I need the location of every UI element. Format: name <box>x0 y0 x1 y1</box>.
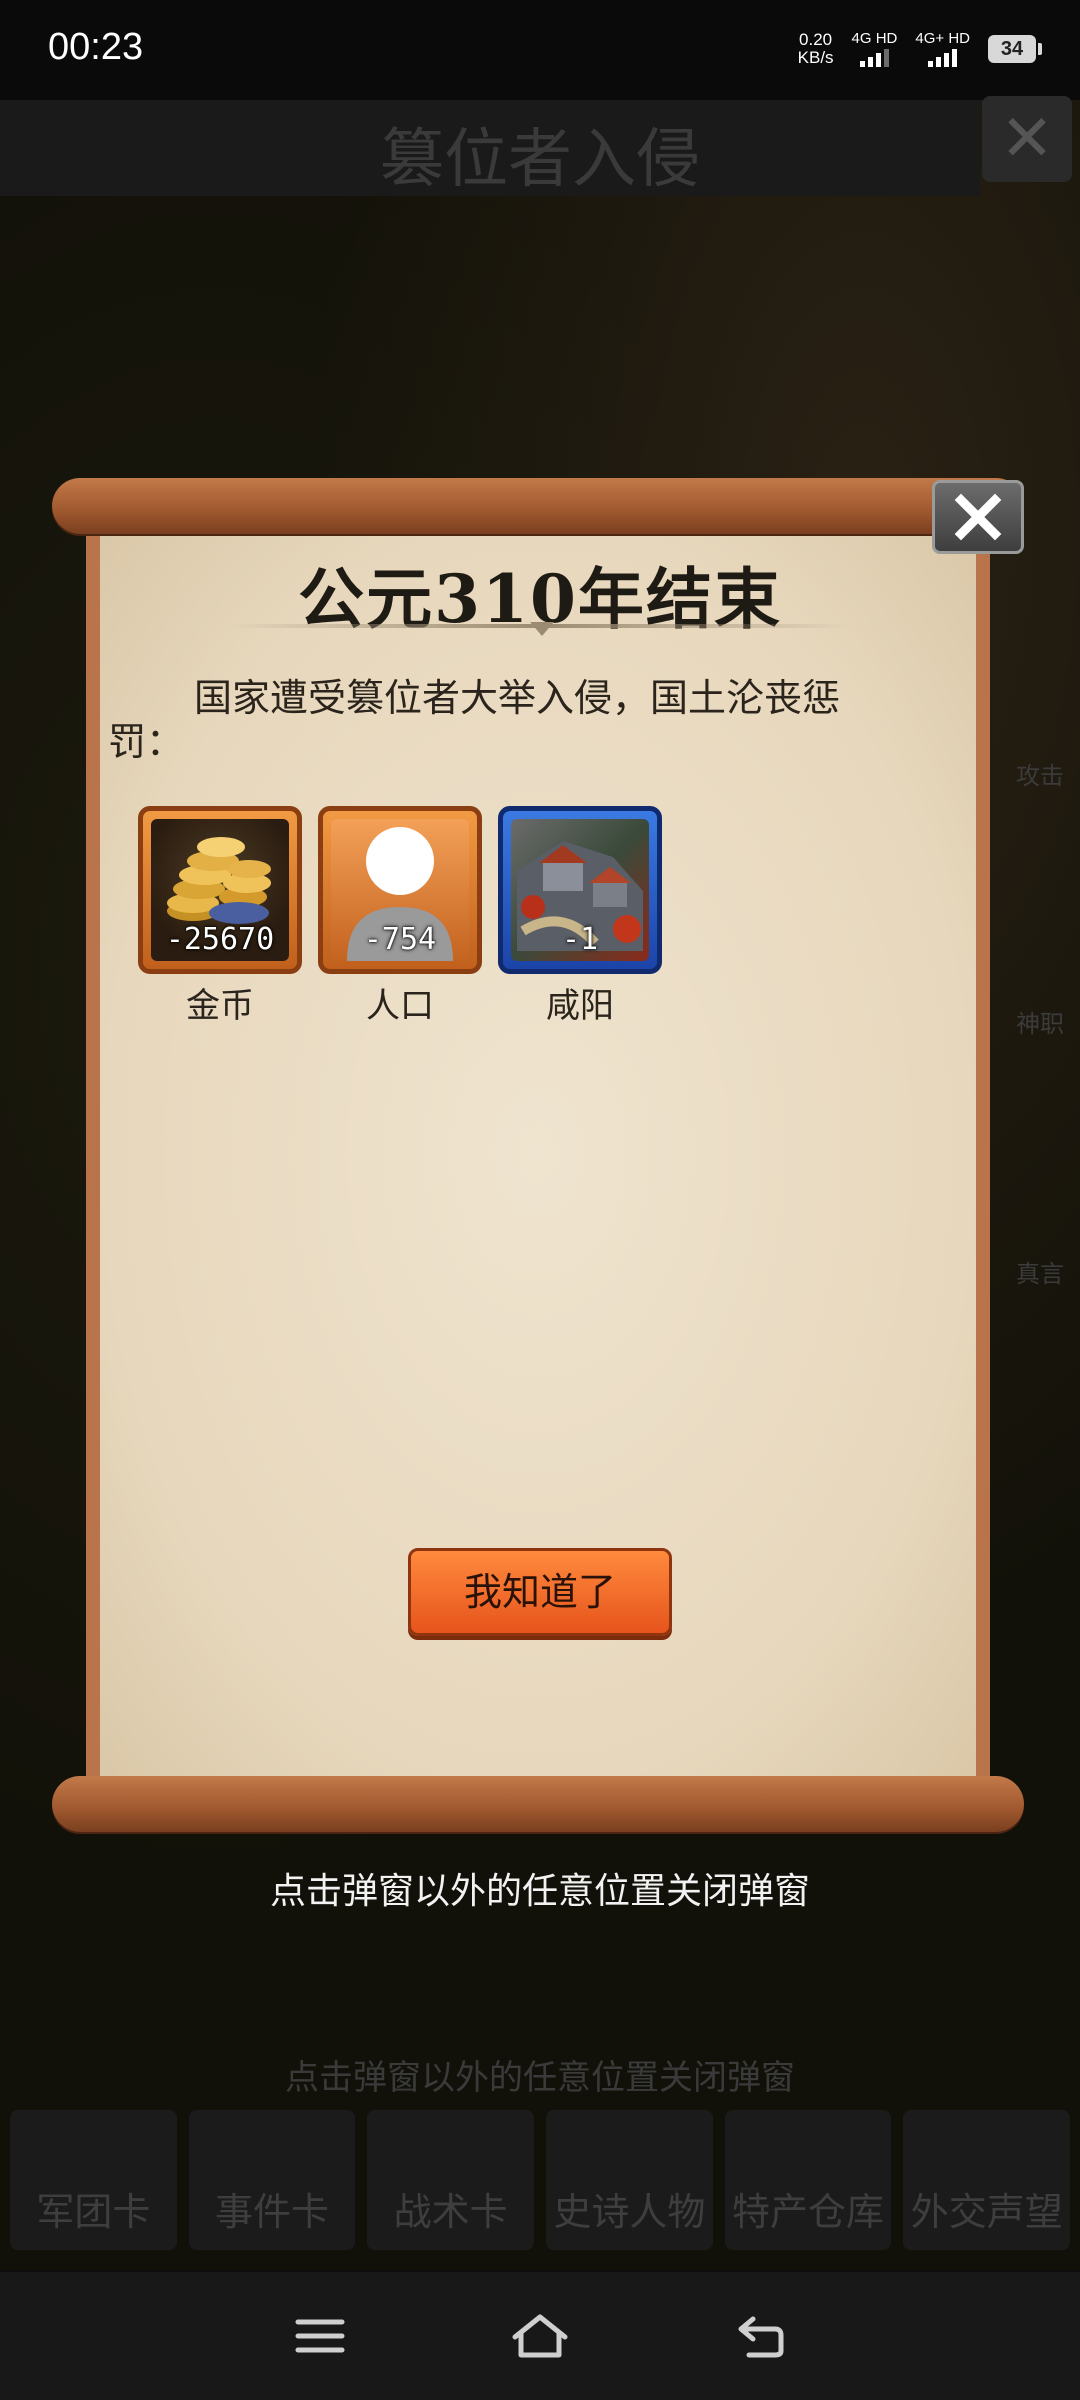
scroll-rod-bottom <box>52 1776 1024 1832</box>
penalty-label: 人口 <box>366 986 434 1026</box>
menu-icon <box>295 2319 345 2353</box>
confirm-button[interactable]: 我知道了 <box>408 1548 672 1636</box>
background-close-icon: ✕ <box>982 96 1072 182</box>
penalty-list: -25670 金币 -754 人口 -1 咸阳 <box>138 806 662 1027</box>
close-button[interactable] <box>932 480 1024 554</box>
penalty-card: -1 <box>498 806 662 974</box>
navigation-bar <box>0 2272 1080 2400</box>
back-icon <box>738 2316 784 2358</box>
penalty-amount: -1 <box>561 922 599 957</box>
signal-bars-icon <box>859 49 889 67</box>
tab-legion-card: 军团卡 <box>10 2110 177 2250</box>
close-hint: 点击弹窗以外的任意位置关闭弹窗 <box>269 1871 810 1912</box>
tab-diplomacy-reputation: 外交声望 <box>903 2110 1071 2250</box>
background-hint: 点击弹窗以外的任意位置关闭弹窗 <box>285 2058 795 2098</box>
home-button[interactable] <box>510 2306 570 2366</box>
scroll-rod-top <box>52 478 1024 534</box>
penalty-amount: -754 <box>363 922 437 957</box>
status-time: 00:23 <box>48 26 144 68</box>
home-icon <box>512 2314 568 2358</box>
status-icons: 0.20 KB/s 4G HD 4G+ HD 34 <box>797 29 1042 67</box>
dialog-message: 国家遭受篡位者大举入侵，国土沦丧惩罚： <box>108 676 841 764</box>
penalty-amount: -25670 <box>165 922 275 957</box>
tab-epic-character: 史诗人物 <box>546 2110 713 2250</box>
battery-icon: 34 <box>988 34 1042 63</box>
close-icon <box>954 493 1002 541</box>
title-divider-ornament <box>530 622 554 636</box>
tab-specialty-warehouse: 特产仓库 <box>724 2110 892 2250</box>
signal-2: 4G+ HD <box>915 30 970 67</box>
tab-tactic-card: 战术卡 <box>367 2110 535 2250</box>
penalty-card: -754 <box>318 806 482 974</box>
background-bottom-tabs: 军团卡 事件卡 战术卡 史诗人物 特产仓库 外交声望 <box>10 2110 1071 2250</box>
penalty-label: 金币 <box>186 986 254 1026</box>
penalty-card: -25670 <box>138 806 302 974</box>
back-button[interactable] <box>730 2306 790 2366</box>
signal-bars-icon <box>928 49 958 67</box>
background-title: 篡位者入侵 <box>380 123 700 197</box>
network-speed: 0.20 KB/s <box>797 29 834 67</box>
penalty-label: 咸阳 <box>546 986 614 1026</box>
penalty-city: -1 咸阳 <box>498 806 662 1027</box>
penalty-population: -754 人口 <box>318 806 482 1027</box>
menu-button[interactable] <box>290 2306 350 2366</box>
status-bar: 00:23 0.20 KB/s 4G HD 4G+ HD 34 <box>0 0 1080 100</box>
signal-1: 4G HD <box>852 30 897 67</box>
penalty-gold: -25670 金币 <box>138 806 302 1027</box>
tab-event-card: 事件卡 <box>188 2110 356 2250</box>
